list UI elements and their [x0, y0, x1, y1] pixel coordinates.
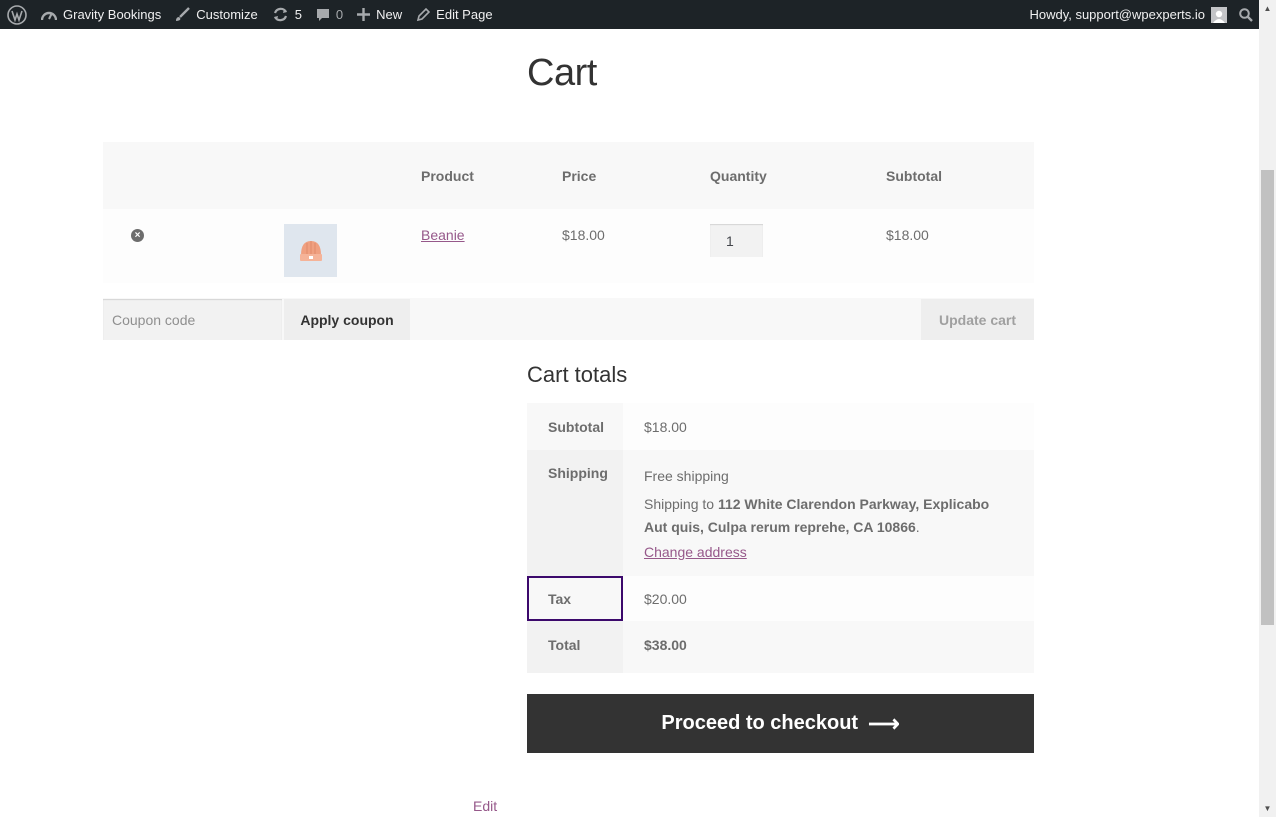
product-link[interactable]: Beanie	[421, 227, 465, 243]
remove-item-icon[interactable]: ×	[131, 229, 144, 242]
arrow-right-icon: ⟶	[868, 710, 900, 736]
header-product: Product	[421, 167, 474, 184]
updates-count: 5	[294, 7, 302, 22]
totals-row-shipping: Shipping Free shipping Shipping to 112 W…	[527, 450, 1034, 576]
edit-page-label: Edit Page	[436, 7, 493, 22]
updates-menu[interactable]: 5	[265, 0, 309, 29]
new-content-menu[interactable]: New	[350, 0, 409, 29]
site-name-menu[interactable]: Gravity Bookings	[34, 0, 168, 29]
update-cart-button[interactable]: Update cart	[921, 299, 1034, 340]
change-address-link[interactable]: Change address	[644, 544, 747, 560]
shipping-value: Free shipping Shipping to 112 White Clar…	[623, 450, 1034, 576]
shipping-destination: Shipping to 112 White Clarendon Parkway,…	[644, 493, 1014, 539]
checkout-label: Proceed to checkout	[661, 712, 859, 734]
tax-label: Tax	[527, 576, 623, 621]
quantity-input[interactable]	[710, 224, 763, 257]
search-icon[interactable]	[1231, 0, 1259, 29]
new-label: New	[376, 7, 403, 22]
proceed-to-checkout-button[interactable]: Proceed to checkout ⟶	[527, 694, 1034, 753]
admin-bar: Gravity Bookings Customize 5 0 New Edit …	[0, 0, 1259, 29]
header-quantity: Quantity	[710, 167, 767, 184]
scroll-down-arrow-icon[interactable]: ▼	[1259, 800, 1276, 817]
page-title: Cart	[527, 52, 597, 94]
brush-icon	[175, 7, 191, 22]
edit-page-menu[interactable]: Edit Page	[409, 0, 499, 29]
shipping-method: Free shipping	[644, 468, 729, 484]
header-spacer	[103, 142, 421, 209]
scrollbar-thumb[interactable]	[1261, 170, 1274, 625]
comments-count: 0	[335, 7, 344, 22]
comments-menu[interactable]: 0	[309, 0, 350, 29]
updates-icon	[272, 7, 289, 22]
header-subtotal: Subtotal	[886, 167, 942, 184]
edit-link[interactable]: Edit	[473, 798, 497, 814]
shipping-suffix: .	[915, 519, 920, 535]
avatar	[1211, 6, 1227, 23]
cart-totals-title: Cart totals	[527, 362, 628, 387]
scrollbar[interactable]: ▲ ▼	[1259, 0, 1276, 817]
cart-totals-table: Subtotal $18.00 Shipping Free shipping S…	[527, 403, 1034, 673]
product-thumbnail[interactable]	[284, 224, 337, 277]
customize-menu[interactable]: Customize	[168, 0, 264, 29]
comment-icon	[316, 8, 330, 22]
total-value: $38.00	[623, 621, 1034, 673]
cart-row-cell	[103, 209, 1034, 283]
cart-table: Product Price Quantity Subtotal	[103, 142, 1034, 283]
table-row	[103, 209, 1034, 283]
totals-row-tax: Tax $20.00	[527, 576, 1034, 621]
item-subtotal: $18.00	[886, 227, 929, 243]
beanie-image-icon	[299, 240, 322, 261]
shipping-label: Shipping	[527, 450, 623, 576]
item-price: $18.00	[562, 227, 605, 243]
site-name-label: Gravity Bookings	[63, 7, 162, 22]
scroll-up-arrow-icon[interactable]: ▲	[1259, 0, 1276, 17]
pencil-icon	[416, 7, 431, 22]
shipping-to-prefix: Shipping to	[644, 496, 718, 512]
customize-label: Customize	[196, 7, 258, 22]
cart-table-header: Product Price Quantity Subtotal	[103, 142, 1034, 209]
subtotal-value: $18.00	[623, 403, 1034, 450]
totals-row-subtotal: Subtotal $18.00	[527, 403, 1034, 450]
totals-row-total: Total $38.00	[527, 621, 1034, 673]
cart-actions: Apply coupon Update cart	[103, 298, 1034, 340]
subtotal-label: Subtotal	[527, 403, 623, 450]
header-price: Price	[562, 167, 597, 184]
wordpress-logo-icon[interactable]	[0, 0, 34, 29]
coupon-code-input[interactable]	[103, 299, 282, 340]
tax-value: $20.00	[623, 576, 1034, 621]
apply-coupon-button[interactable]: Apply coupon	[284, 299, 410, 340]
total-label: Total	[527, 621, 623, 673]
plus-icon	[357, 8, 371, 21]
howdy-text: Howdy, support@wpexperts.io	[1029, 7, 1205, 22]
my-account-menu[interactable]: Howdy, support@wpexperts.io	[1022, 0, 1231, 29]
dashboard-icon	[41, 8, 57, 22]
